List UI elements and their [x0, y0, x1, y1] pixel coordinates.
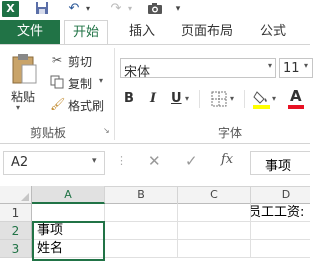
row-header-3[interactable]: 3 — [0, 240, 32, 258]
font-color-letter: A — [290, 87, 302, 105]
paste-button[interactable]: 粘贴 — [11, 88, 35, 105]
camera-icon[interactable] — [147, 1, 163, 17]
cell-b2[interactable] — [105, 222, 178, 240]
group-separator — [114, 48, 115, 140]
save-icon[interactable] — [34, 1, 50, 17]
button-separator — [244, 90, 245, 108]
formula-input[interactable]: 事项 — [250, 151, 310, 175]
italic-button[interactable]: I — [150, 91, 156, 106]
font-color-button[interactable]: A — [288, 87, 304, 109]
copy-button[interactable]: 复制 — [68, 75, 92, 92]
font-name-value: 宋体 — [124, 65, 151, 80]
tab-insert[interactable]: 插入 — [129, 20, 155, 44]
copy-dropdown-icon[interactable]: ▾ — [99, 76, 103, 85]
name-box-value: A2 — [11, 155, 29, 170]
cell-b3[interactable] — [105, 240, 178, 258]
font-group-label: 字体 — [218, 126, 243, 140]
cell-a1[interactable] — [32, 204, 105, 222]
tab-page-layout[interactable]: 页面布局 — [181, 20, 233, 44]
button-separator — [199, 90, 200, 108]
font-color-swatch — [288, 105, 304, 109]
row-header-1[interactable]: 1 — [0, 204, 32, 222]
bold-button[interactable]: B — [124, 91, 134, 106]
cell-a2[interactable]: 事项 — [32, 222, 105, 240]
column-header-d[interactable]: D — [251, 186, 320, 204]
cut-button[interactable]: 剪切 — [68, 53, 92, 70]
underline-dropdown-icon[interactable]: ▾ — [185, 94, 189, 103]
format-painter-icon: 🖌 — [50, 97, 66, 111]
column-header-b[interactable]: B — [105, 186, 178, 204]
paste-icon[interactable] — [10, 52, 38, 86]
tab-file[interactable]: 文件 — [0, 20, 60, 44]
paste-dropdown-icon[interactable]: ▾ — [16, 103, 20, 112]
undo-dropdown-icon[interactable]: ▾ — [80, 1, 96, 17]
excel-logo-icon: X — [2, 1, 19, 17]
copy-icon — [50, 75, 64, 89]
tab-formulas[interactable]: 公式 — [260, 20, 286, 44]
cell-c2[interactable] — [178, 222, 251, 240]
formula-bar-grip-icon: ⋮ — [116, 154, 127, 167]
format-painter-button[interactable]: 格式刷 — [68, 97, 104, 114]
insert-function-button[interactable]: fx — [221, 152, 233, 167]
font-size-value: 11 — [283, 61, 300, 76]
fill-color-icon[interactable] — [253, 89, 271, 113]
column-header-c[interactable]: C — [178, 186, 251, 204]
fill-color-dropdown-icon[interactable]: ▾ — [272, 94, 276, 103]
row-header-2[interactable]: 2 — [0, 222, 32, 240]
scissors-icon: ✂ — [51, 53, 63, 67]
cancel-icon[interactable]: ✕ — [148, 152, 161, 170]
font-name-select[interactable]: 宋体 ▾ — [120, 58, 276, 80]
cell-d3[interactable] — [251, 240, 310, 258]
clipboard-launcher-icon[interactable]: ↘ — [103, 126, 110, 135]
cell-d1-text: 员工工资: — [251, 205, 305, 220]
tab-home[interactable]: 开始 — [64, 20, 108, 45]
select-all-button[interactable] — [0, 186, 32, 204]
column-header-a[interactable]: A — [32, 186, 105, 204]
cell-a3[interactable]: 姓名 — [32, 240, 105, 258]
enter-icon[interactable]: ✓ — [185, 152, 198, 170]
cell-b1[interactable] — [105, 204, 178, 222]
cell-d1[interactable]: 员工工资: — [251, 204, 310, 222]
chevron-down-icon[interactable]: ▾ — [268, 61, 272, 70]
clipboard-group-label: 剪贴板 — [30, 126, 67, 140]
border-dropdown-icon[interactable]: ▾ — [230, 94, 234, 103]
cell-a3-text: 姓名 — [37, 241, 64, 256]
underline-button[interactable]: U — [171, 91, 182, 106]
formula-input-value: 事项 — [265, 159, 292, 174]
font-size-select[interactable]: 11 ▾ — [279, 58, 313, 78]
cell-c3[interactable] — [178, 240, 251, 258]
name-box[interactable]: A2 ▾ — [3, 151, 105, 175]
customize-qat-icon[interactable]: ▾ — [170, 1, 186, 17]
cell-a2-text: 事项 — [37, 223, 64, 238]
cell-c1[interactable] — [178, 204, 251, 222]
cell-d2[interactable] — [251, 222, 310, 240]
redo-dropdown-icon[interactable]: ▾ — [122, 1, 138, 17]
chevron-down-icon[interactable]: ▾ — [92, 156, 97, 166]
chevron-down-icon[interactable]: ▾ — [304, 61, 308, 70]
border-icon[interactable] — [211, 91, 227, 111]
